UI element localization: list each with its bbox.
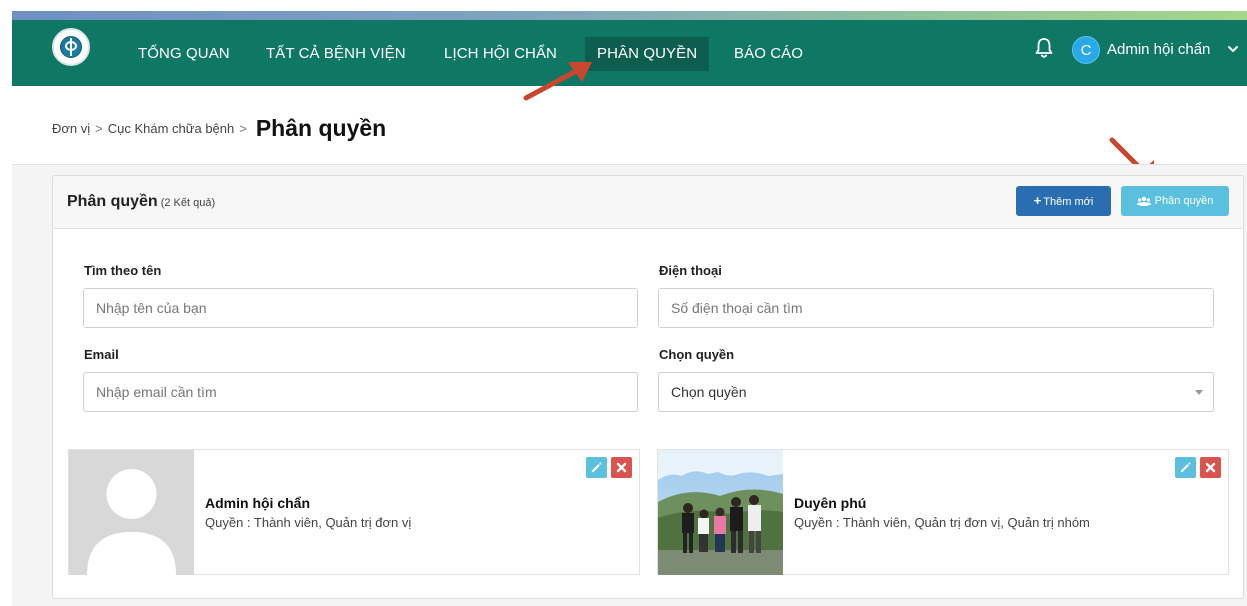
nav-item-all-hospitals[interactable]: TẤT CẢ BỆNH VIỆN [266,37,406,71]
permissions-panel: Phân quyền (2 Kết quả) + Thêm mới Phân quy… [52,175,1244,599]
breadcrumb-item-department[interactable]: Cục Khám chữa bệnh [108,121,235,136]
caret-down-icon [1195,390,1203,395]
assign-permission-label: Phân quyền [1154,195,1214,207]
panel-header: Phân quyền (2 Kết quả) + Thêm mới Phân quy… [53,176,1243,229]
nav-item-overview[interactable]: TỔNG QUAN [138,37,230,71]
delete-user-button[interactable] [611,457,632,478]
user-avatar[interactable]: C [1072,36,1100,64]
user-card: Admin hội chẩn Quyền : Thành viên, Quản … [68,449,640,575]
email-filter-label: Email [84,347,119,362]
panel-title-text: Phân quyền [67,193,158,210]
add-new-button[interactable]: + Thêm mới [1016,186,1111,216]
nav-item-reports[interactable]: BÁO CÁO [734,37,803,71]
breadcrumb-separator: > [95,120,103,136]
page-title: Phân quyền [255,114,387,141]
default-avatar-image [69,450,194,575]
nav-item-permissions[interactable]: PHÂN QUYỀN [585,37,710,71]
app-root: TỔNG QUAN TẤT CẢ BỆNH VIỆN LỊCH HỘI CHẨN… [0,0,1247,606]
phone-search-input[interactable]: Số điện thoại cần tìm [658,288,1214,328]
panel-title: Phân quyền (2 Kết quả) [67,193,215,211]
name-filter-label: Tìm theo tên [84,263,162,278]
close-icon [616,462,627,473]
close-icon [1205,462,1216,473]
delete-user-button[interactable] [1200,457,1221,478]
user-role: Quyền : Thành viên, Quản trị đơn vị, Quả… [794,515,1090,530]
role-filter-label: Chọn quyền [659,347,735,362]
edit-user-button[interactable] [1175,457,1196,478]
role-select[interactable]: Chọn quyền [658,372,1214,412]
annotation-arrow-nav [523,62,592,101]
pencil-icon [591,462,602,473]
user-role: Quyền : Thành viên, Quản trị đơn vị [205,515,412,530]
edit-user-button[interactable] [586,457,607,478]
result-count: (2 Kết quả) [160,197,216,209]
user-name: Admin hội chẩn [205,495,310,511]
assign-permission-button[interactable]: Phân quyền [1121,186,1229,216]
top-gradient-bar [12,11,1247,20]
user-name: Duyên phú [794,495,867,511]
name-search-input[interactable]: Nhập tên của bạn [83,288,638,328]
user-photo-image [658,450,783,575]
role-select-value: Chọn quyền [671,384,747,400]
user-menu-name[interactable]: Admin hội chẩn [1107,36,1210,64]
bell-icon[interactable] [1033,36,1055,60]
users-icon [1136,196,1151,207]
chevron-down-icon[interactable] [1228,44,1238,54]
add-new-label: Thêm mới [1043,196,1094,208]
breadcrumb: Đơn vị > Cục Khám chữa bệnh > Phân quyền [52,108,386,148]
email-search-input[interactable]: Nhập email cần tìm [83,372,638,412]
ministry-logo-icon[interactable] [52,28,90,66]
user-card: Duyên phú Quyền : Thành viên, Quản trị đ… [657,449,1229,575]
phone-filter-label: Điện thoại [659,263,722,278]
pencil-icon [1180,462,1191,473]
breadcrumb-item-unit[interactable]: Đơn vị [52,121,90,136]
plus-icon: + [1033,193,1042,208]
breadcrumb-separator: > [239,120,247,136]
top-navbar: TỔNG QUAN TẤT CẢ BỆNH VIỆN LỊCH HỘI CHẨN… [12,20,1247,86]
